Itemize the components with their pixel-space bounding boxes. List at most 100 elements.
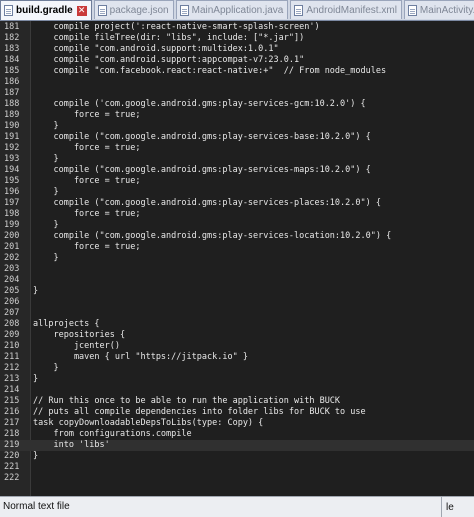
tab-4[interactable]: MainActivity.java <box>403 0 474 19</box>
code-line[interactable]: 198 force = true; <box>0 209 474 220</box>
status-file-type: Normal text file <box>0 497 442 517</box>
line-number: 209 <box>4 330 20 340</box>
code-line[interactable]: 191 compile ("com.google.android.gms:pla… <box>0 132 474 143</box>
line-number: 191 <box>4 132 20 142</box>
code-line[interactable]: 192 force = true; <box>0 143 474 154</box>
code-editor[interactable]: 181 compile project(':react-native-smart… <box>0 21 474 496</box>
code-line[interactable]: 206 <box>0 297 474 308</box>
line-number: 208 <box>4 319 20 329</box>
line-number: 202 <box>4 253 20 263</box>
code-line[interactable]: 210 jcenter() <box>0 341 474 352</box>
code-text: } <box>33 286 39 296</box>
code-line[interactable]: 185 compile "com.facebook.react:react-na… <box>0 66 474 77</box>
code-text: // puts all compile dependencies into fo… <box>33 407 366 417</box>
code-text: task copyDownloadableDepsToLibs(type: Co… <box>33 418 264 428</box>
code-line[interactable]: 207 <box>0 308 474 319</box>
line-number: 219 <box>4 440 20 450</box>
line-number: 196 <box>4 187 20 197</box>
line-number: 201 <box>4 242 20 252</box>
line-number: 212 <box>4 363 20 373</box>
line-number: 185 <box>4 66 20 76</box>
code-line[interactable]: 213} <box>0 374 474 385</box>
code-line[interactable]: 203 <box>0 264 474 275</box>
code-line[interactable]: 196 } <box>0 187 474 198</box>
code-line[interactable]: 190 } <box>0 121 474 132</box>
code-line[interactable]: 201 force = true; <box>0 242 474 253</box>
code-line[interactable]: 205} <box>0 286 474 297</box>
line-number: 210 <box>4 341 20 351</box>
code-line[interactable]: 209 repositories { <box>0 330 474 341</box>
line-number: 217 <box>4 418 20 428</box>
tab-bar: build.gradle ✕ package.json MainApplication… <box>0 0 474 21</box>
status-right-text: le <box>446 501 454 513</box>
code-line[interactable]: 211 maven { url "https://jitpack.io" } <box>0 352 474 363</box>
code-line[interactable]: 222 <box>0 473 474 484</box>
code-line[interactable]: 194 compile ("com.google.android.gms:pla… <box>0 165 474 176</box>
code-text: jcenter() <box>33 341 120 351</box>
line-number: 182 <box>4 33 20 43</box>
code-text: } <box>33 187 59 197</box>
code-text: compile project(':react-native-smart-spl… <box>33 22 320 32</box>
close-tab-icon[interactable]: ✕ <box>76 5 87 16</box>
tab-label: MainApplication.java <box>191 4 284 16</box>
line-number: 203 <box>4 264 20 274</box>
code-line[interactable]: 188 compile ('com.google.android.gms:pla… <box>0 99 474 110</box>
line-number: 200 <box>4 231 20 241</box>
tab-0[interactable]: build.gradle ✕ <box>0 0 92 20</box>
line-number: 218 <box>4 429 20 439</box>
document-icon <box>4 5 13 16</box>
code-text: allprojects { <box>33 319 100 329</box>
code-line[interactable]: 197 compile ("com.google.android.gms:pla… <box>0 198 474 209</box>
line-number: 211 <box>4 352 20 362</box>
code-text: from configurations.compile <box>33 429 192 439</box>
tab-1[interactable]: package.json <box>93 0 174 19</box>
code-line[interactable]: 182 compile fileTree(dir: "libs", includ… <box>0 33 474 44</box>
line-number: 207 <box>4 308 20 318</box>
line-number: 199 <box>4 220 20 230</box>
code-text: compile "com.android.support:multidex:1.… <box>33 44 279 54</box>
code-line[interactable]: 183 compile "com.android.support:multide… <box>0 44 474 55</box>
code-line[interactable]: 181 compile project(':react-native-smart… <box>0 22 474 33</box>
document-icon <box>97 4 107 16</box>
line-number: 198 <box>4 209 20 219</box>
code-line[interactable]: 186 <box>0 77 474 88</box>
line-number: 195 <box>4 176 20 186</box>
line-number: 186 <box>4 77 20 87</box>
document-icon <box>294 4 304 16</box>
line-number: 192 <box>4 143 20 153</box>
code-line[interactable]: 184 compile "com.android.support:appcomp… <box>0 55 474 66</box>
code-text: compile "com.android.support:appcompat-v… <box>33 55 305 65</box>
line-number: 222 <box>4 473 20 483</box>
code-line[interactable]: 208 allprojects { <box>0 319 474 330</box>
code-line[interactable]: 215 // Run this once to be able to run th… <box>0 396 474 407</box>
line-number: 213 <box>4 374 20 384</box>
code-line[interactable]: 217 task copyDownloadableDepsToLibs(type:… <box>0 418 474 429</box>
code-line[interactable]: 187 <box>0 88 474 99</box>
code-line[interactable]: 200 compile ("com.google.android.gms:pla… <box>0 231 474 242</box>
tab-label: AndroidManifest.xml <box>306 4 397 16</box>
line-number: 193 <box>4 154 20 164</box>
line-number: 221 <box>4 462 20 472</box>
code-line[interactable]: 214 <box>0 385 474 396</box>
line-number: 204 <box>4 275 20 285</box>
code-line[interactable]: 189 force = true; <box>0 110 474 121</box>
line-number: 189 <box>4 110 20 120</box>
code-line[interactable]: 221 <box>0 462 474 473</box>
code-text: repositories { <box>33 330 126 340</box>
code-line[interactable]: 219 into 'libs' <box>0 440 474 451</box>
code-line[interactable]: 195 force = true; <box>0 176 474 187</box>
code-text: } <box>33 253 59 263</box>
code-line[interactable]: 220} <box>0 451 474 462</box>
tab-2[interactable]: MainApplication.java <box>175 0 289 19</box>
code-line[interactable]: 218 from configurations.compile <box>0 429 474 440</box>
code-line[interactable]: 212 } <box>0 363 474 374</box>
tab-label: MainActivity.java <box>419 4 474 16</box>
code-line[interactable]: 199 } <box>0 220 474 231</box>
code-line[interactable]: 202 } <box>0 253 474 264</box>
tab-3[interactable]: AndroidManifest.xml <box>290 0 402 19</box>
code-line[interactable]: 216 // puts all compile dependencies into… <box>0 407 474 418</box>
code-text: force = true; <box>33 209 141 219</box>
code-line[interactable]: 193 } <box>0 154 474 165</box>
line-number: 215 <box>4 396 20 406</box>
code-line[interactable]: 204 <box>0 275 474 286</box>
